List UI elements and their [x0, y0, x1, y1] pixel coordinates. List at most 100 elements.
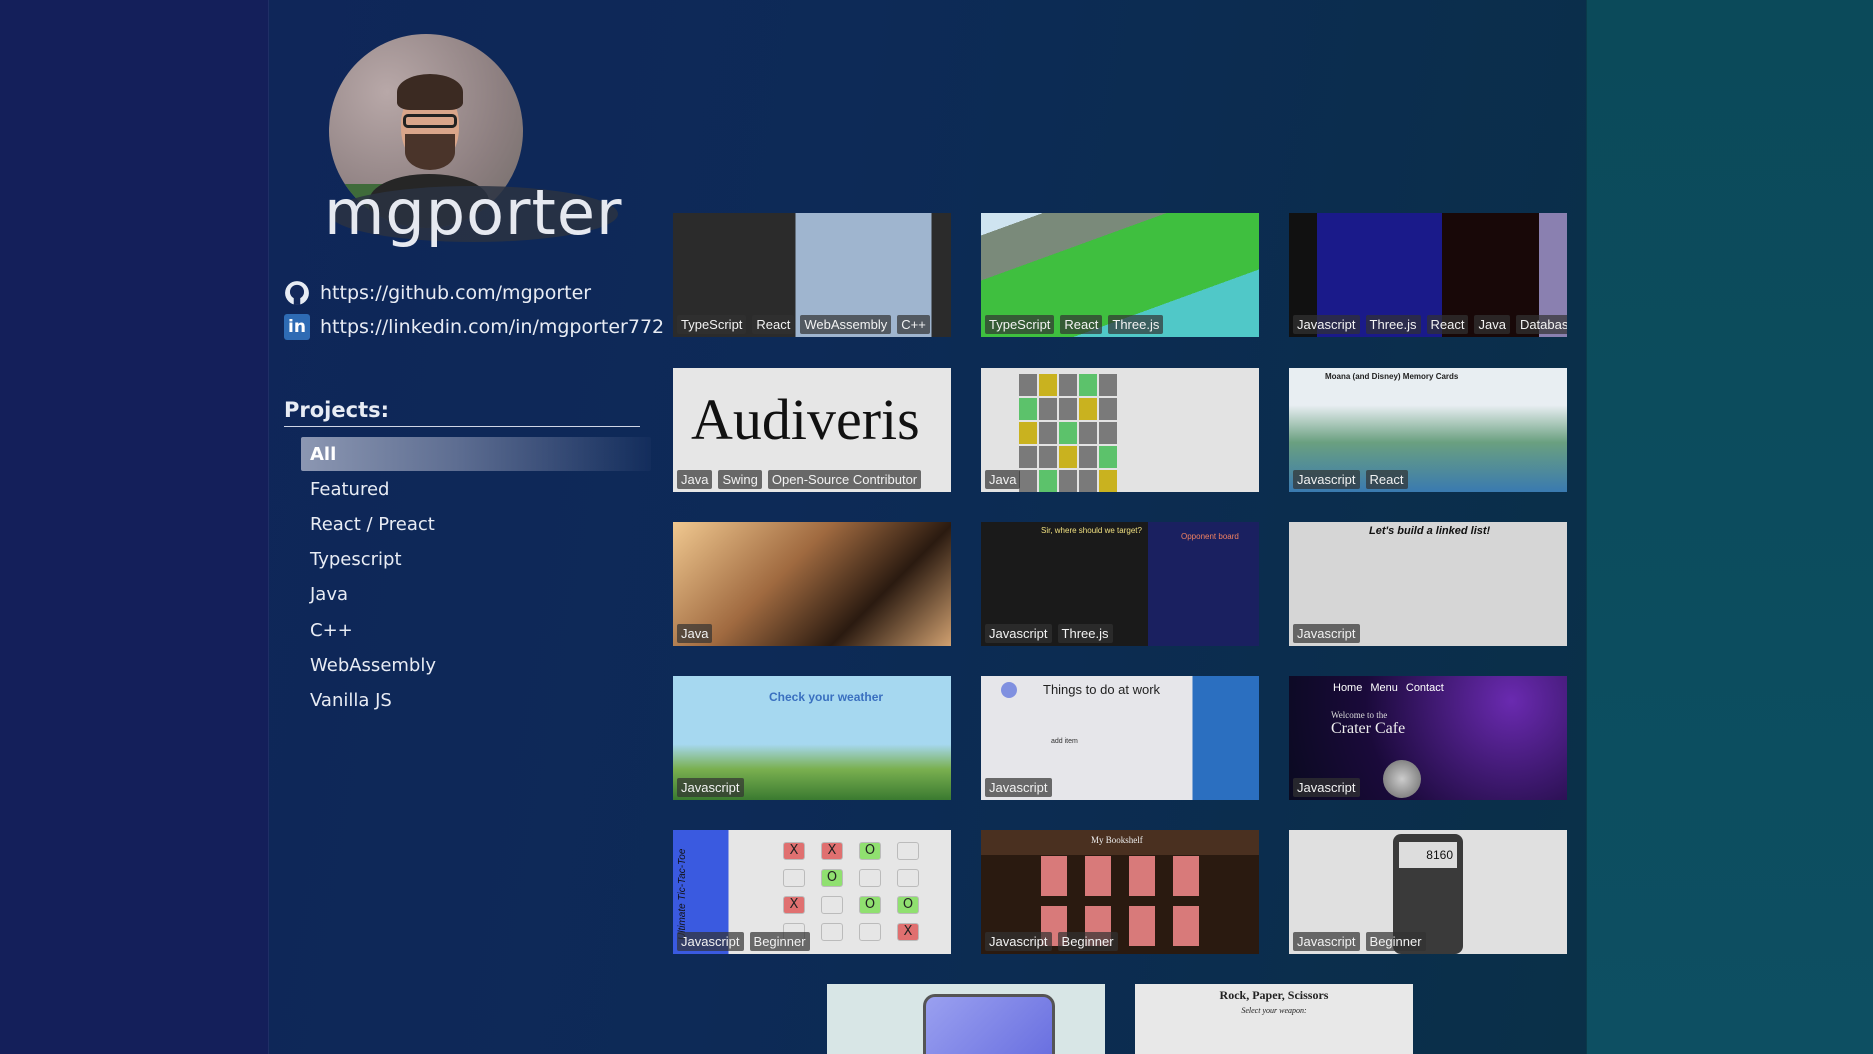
tag-list: Javascript — [985, 778, 1052, 797]
tag: Beginner — [1365, 932, 1426, 951]
tag: WebAssembly — [800, 315, 892, 334]
project-card[interactable]: Moana (and Disney) Memory Cards Javascrip… — [1289, 368, 1567, 492]
tag-list: Java — [677, 624, 713, 643]
category-vanilla-js[interactable]: Vanilla JS — [301, 683, 651, 717]
card-title: Let's build a linked list! — [1369, 525, 1491, 537]
tag: Three.js — [1108, 315, 1164, 334]
project-card[interactable]: 8160 Javascript Beginner — [1289, 830, 1567, 954]
card-title: Ultimate Tic-Tac-Toe — [677, 848, 688, 940]
category-c-[interactable]: C++ — [301, 613, 651, 647]
tag: Javascript — [985, 778, 1052, 797]
tag: C++ — [897, 315, 930, 334]
tag: React — [1365, 470, 1408, 489]
nav-contact: Contact — [1405, 682, 1444, 694]
left-margin — [0, 0, 268, 1054]
nav-menu: Menu — [1370, 682, 1398, 694]
project-card[interactable]: Javascript Three.js React Java Database — [1289, 213, 1567, 337]
tag: Javascript — [1293, 315, 1360, 334]
project-card[interactable]: Ultimate Tic-Tac-Toe X X O O X O O X Javascript Be… — [673, 830, 951, 954]
project-card[interactable]: TypeScript React Three.js — [981, 213, 1259, 337]
card-title: My Bookshelf — [1091, 835, 1143, 845]
tag-list: Java Swing Open-Source Contributor — [677, 470, 922, 489]
category-webassembly[interactable]: WebAssembly — [301, 648, 651, 682]
tag: React — [1060, 315, 1103, 334]
github-icon — [284, 280, 310, 306]
project-card[interactable] — [827, 984, 1105, 1054]
project-card[interactable]: My Bookshelf Javascript Beginner — [981, 830, 1259, 954]
card-subtitle: Welcome to the — [1331, 710, 1388, 720]
project-card[interactable]: Home Menu Contact Welcome to the Crater Cafe… — [1289, 676, 1567, 800]
category-java[interactable]: Java — [301, 578, 651, 612]
project-card[interactable]: TypeScript React WebAssembly C++ — [673, 213, 951, 337]
tag-list: TypeScript React Three.js — [985, 315, 1164, 334]
tag: Javascript — [1293, 470, 1360, 489]
category-react-preact[interactable]: React / Preact — [301, 507, 651, 541]
projects-heading: Projects: — [284, 398, 389, 422]
tag: Javascript — [985, 624, 1052, 643]
tag-list: Javascript — [677, 778, 744, 797]
tag-list: Java — [985, 470, 1021, 489]
card-title: Things to do at work — [1043, 682, 1161, 697]
tag-list: Javascript React — [1293, 470, 1408, 489]
project-card[interactable]: Rock, Paper, Scissors Select your weapon: — [1135, 984, 1413, 1054]
card-title: Moana (and Disney) Memory Cards — [1325, 372, 1459, 381]
nav-home: Home — [1333, 682, 1363, 694]
tag: TypeScript — [985, 315, 1055, 334]
tag: Swing — [718, 470, 762, 489]
tag: Java — [677, 624, 713, 643]
projects-divider — [284, 426, 640, 427]
category-all[interactable]: All — [301, 437, 651, 471]
tag: Javascript — [1293, 778, 1360, 797]
tag-list: Javascript Beginner — [677, 932, 810, 951]
project-card[interactable]: Java — [981, 368, 1259, 492]
github-link[interactable]: https://github.com/mgporter — [284, 280, 591, 306]
card-title: Rock, Paper, Scissors — [1219, 988, 1329, 1002]
card-title: Sir, where should we target? — [1041, 526, 1142, 535]
tag: Javascript — [985, 932, 1052, 951]
category-featured[interactable]: Featured — [301, 472, 651, 506]
tag: TypeScript — [677, 315, 747, 334]
category-typescript[interactable]: Typescript — [301, 543, 651, 577]
tag: Javascript — [677, 932, 744, 951]
tag: Java — [1474, 315, 1510, 334]
tag-list: Javascript Three.js — [985, 624, 1113, 643]
tag: Javascript — [1293, 624, 1360, 643]
linkedin-link[interactable]: in https://linkedin.com/in/mgporter772 — [284, 314, 664, 340]
tag: Javascript — [1293, 932, 1360, 951]
card-subtitle: add item — [1051, 738, 1078, 745]
tag: Database — [1515, 315, 1567, 334]
tag: React — [752, 315, 795, 334]
tag: Java — [677, 470, 713, 489]
card-subtitle: Opponent board — [1181, 532, 1239, 541]
linkedin-icon: in — [284, 314, 310, 340]
tag: React — [1426, 315, 1469, 334]
tag: Three.js — [1057, 624, 1113, 643]
right-margin — [1587, 0, 1873, 1054]
project-card[interactable]: Audiveris Java Swing Open-Source Contributo… — [673, 368, 951, 492]
github-url[interactable]: https://github.com/mgporter — [320, 282, 591, 304]
tag-list: Javascript — [1293, 624, 1360, 643]
tag-list: Javascript — [1293, 778, 1360, 797]
card-title: Crater Cafe — [1331, 720, 1406, 737]
profile-name: mgporter — [324, 176, 623, 249]
project-card[interactable]: Java — [673, 522, 951, 646]
project-card[interactable]: Let's build a linked list! Javascript — [1289, 522, 1567, 646]
project-card[interactable]: Sir, where should we target? Opponent boa… — [981, 522, 1259, 646]
card-title: Check your weather — [769, 690, 884, 704]
project-card[interactable]: Things to do at work add item Javascript — [981, 676, 1259, 800]
project-card[interactable]: Check your weather Javascript — [673, 676, 951, 800]
tag: Beginner — [749, 932, 810, 951]
tag: Beginner — [1057, 932, 1118, 951]
calculator-display: 8160 — [1399, 842, 1457, 868]
tag-list: TypeScript React WebAssembly C++ — [677, 315, 930, 334]
audiveris-logo: Audiveris — [691, 387, 920, 452]
card-subtitle: Select your weapon: — [1241, 1006, 1307, 1015]
tag-list: Javascript Three.js React Java Database — [1293, 315, 1567, 334]
app-logo-icon — [1001, 682, 1017, 698]
tag: Three.js — [1365, 315, 1421, 334]
tag-list: Javascript Beginner — [1293, 932, 1426, 951]
linkedin-url[interactable]: https://linkedin.com/in/mgporter772 — [320, 316, 664, 338]
moon-icon — [1383, 760, 1421, 798]
tag: Javascript — [677, 778, 744, 797]
tag-list: Javascript Beginner — [985, 932, 1118, 951]
